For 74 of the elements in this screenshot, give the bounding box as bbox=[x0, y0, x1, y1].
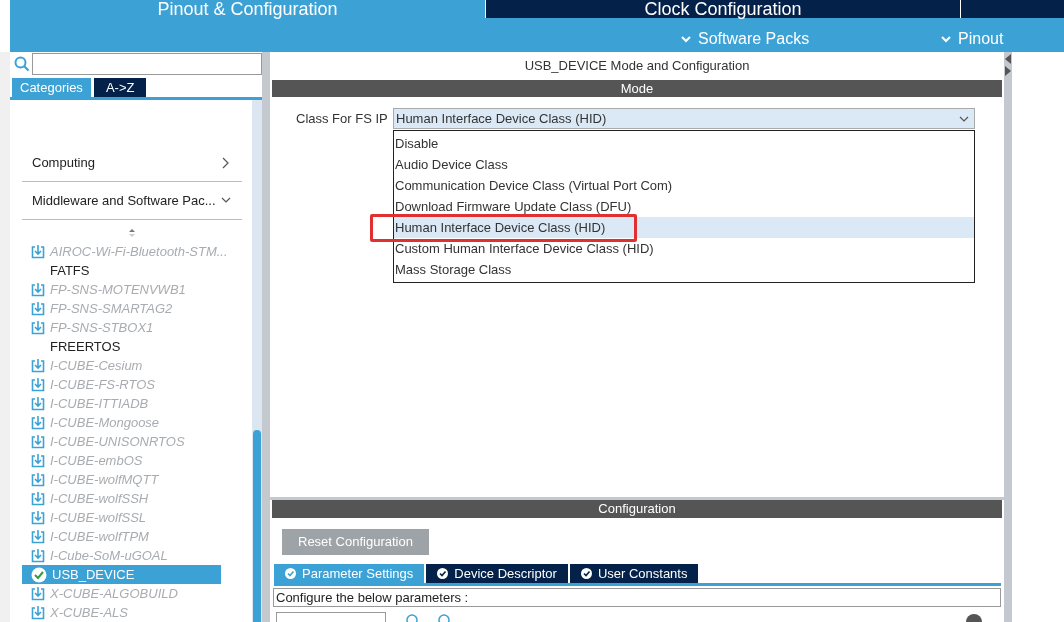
splitter-bar[interactable] bbox=[1004, 52, 1012, 622]
sidebar-item[interactable]: AIROC-Wi-Fi-Bluetooth-STM... bbox=[22, 242, 230, 261]
download-icon bbox=[31, 320, 45, 335]
download-icon bbox=[31, 529, 45, 544]
download-icon bbox=[31, 358, 45, 373]
chevron-down-icon bbox=[940, 34, 952, 44]
chevron-down-icon bbox=[680, 34, 692, 44]
dropdown-option[interactable]: Mass Storage Class bbox=[394, 259, 974, 280]
menu-button[interactable]: Pinout bbox=[940, 27, 1004, 51]
sidebar-item[interactable]: I-CUBE-FS-RTOS bbox=[22, 375, 221, 394]
download-icon bbox=[31, 548, 45, 563]
sidebar-item[interactable]: FATFS bbox=[22, 261, 221, 280]
view-tab[interactable]: Categories bbox=[12, 78, 91, 97]
sidebar-item[interactable]: FREERTOS bbox=[22, 337, 221, 356]
dropdown-option[interactable]: Human Interface Device Class (HID) bbox=[394, 217, 974, 238]
config-tab[interactable]: Parameter Settings bbox=[274, 564, 425, 583]
top-tab[interactable]: Pinout & Configuration bbox=[10, 0, 485, 18]
sidebar-item[interactable]: I-CUBE-wolfMQTT bbox=[22, 470, 221, 489]
download-icon bbox=[31, 605, 45, 620]
sidebar-item[interactable]: I-CUBE-Mongoose bbox=[22, 413, 221, 432]
sidebar-item[interactable]: X-CUBE-ALS bbox=[22, 603, 221, 622]
section-header: Configuration bbox=[272, 500, 1002, 518]
download-icon bbox=[31, 396, 45, 411]
download-icon bbox=[31, 453, 45, 468]
sidebar-item[interactable]: USB_DEVICE bbox=[22, 565, 221, 584]
download-icon bbox=[31, 434, 45, 449]
sidebar-item[interactable]: I-CUBE-ITTIADB bbox=[22, 394, 221, 413]
dropdown-option[interactable]: Audio Device Class bbox=[394, 154, 974, 175]
sidebar-item[interactable]: I-CUBE-Cesium bbox=[22, 356, 221, 375]
download-icon bbox=[31, 415, 45, 430]
view-tab[interactable]: A->Z bbox=[93, 78, 147, 97]
dropdown-option[interactable]: Custom Human Interface Device Class (HID) bbox=[394, 238, 974, 259]
download-icon bbox=[31, 301, 45, 316]
field-label: Class For FS IP bbox=[296, 110, 389, 128]
sidebar-item[interactable]: FP-SNS-SMARTAG2 bbox=[22, 299, 221, 318]
hint-text: Configure the below parameters : bbox=[273, 588, 1001, 607]
search-field[interactable] bbox=[32, 52, 262, 75]
sidebar-item[interactable]: I-CUBE-wolfTPM bbox=[22, 527, 221, 546]
collapse-arrows-icon bbox=[1005, 54, 1011, 76]
scrollbar-thumb[interactable] bbox=[253, 430, 261, 622]
top-tab[interactable]: Clock Configuration bbox=[485, 0, 960, 18]
sidebar-item[interactable]: I-CUBE-UNISONRTOS bbox=[22, 432, 221, 451]
check-icon bbox=[437, 568, 449, 579]
check-icon bbox=[31, 566, 47, 583]
download-icon bbox=[31, 244, 45, 259]
reset-button[interactable]: Reset Configuration bbox=[282, 529, 429, 555]
dropdown-option[interactable]: Download Firmware Update Class (DFU) bbox=[394, 196, 974, 217]
category-row[interactable]: Middleware and Software Pac... bbox=[22, 182, 242, 220]
section-header: Mode bbox=[272, 80, 1002, 97]
category-row[interactable]: Computing bbox=[22, 144, 242, 182]
sidebar-item[interactable]: I-CUBE-wolfSSH bbox=[22, 489, 221, 508]
download-icon bbox=[31, 586, 45, 601]
config-tab[interactable]: User Constants bbox=[569, 564, 699, 583]
download-icon bbox=[31, 491, 45, 506]
search-icon bbox=[14, 55, 30, 72]
sidebar-item[interactable]: X-CUBE-ALGOBUILD bbox=[22, 584, 221, 603]
menu-button[interactable]: Software Packs bbox=[680, 27, 810, 51]
sidebar-item[interactable]: I-CUBE-embOS bbox=[22, 451, 221, 470]
dropdown[interactable]: Human Interface Device Class (HID) bbox=[393, 108, 975, 129]
check-icon bbox=[285, 568, 296, 579]
dropdown-option[interactable]: Disable bbox=[394, 133, 974, 154]
sidebar-item[interactable]: I-Cube-SoM-uGOAL bbox=[22, 546, 221, 565]
download-icon bbox=[31, 472, 45, 487]
check-icon bbox=[580, 568, 592, 579]
sidebar-item[interactable]: FP-SNS-MOTENVWB1 bbox=[22, 280, 221, 299]
download-icon bbox=[31, 282, 45, 297]
download-icon bbox=[31, 510, 45, 525]
scroll-arrows-icon bbox=[128, 228, 136, 238]
dropdown-option[interactable]: Communication Device Class (Virtual Port Com) bbox=[394, 175, 974, 196]
config-tab[interactable]: Device Descriptor bbox=[426, 564, 568, 583]
download-icon bbox=[31, 377, 45, 392]
sidebar-item[interactable]: FP-SNS-STBOX1 bbox=[22, 318, 221, 337]
sidebar-item[interactable]: I-CUBE-wolfSSL bbox=[22, 508, 221, 527]
panel-title: USB_DEVICE Mode and Configuration bbox=[523, 57, 751, 76]
